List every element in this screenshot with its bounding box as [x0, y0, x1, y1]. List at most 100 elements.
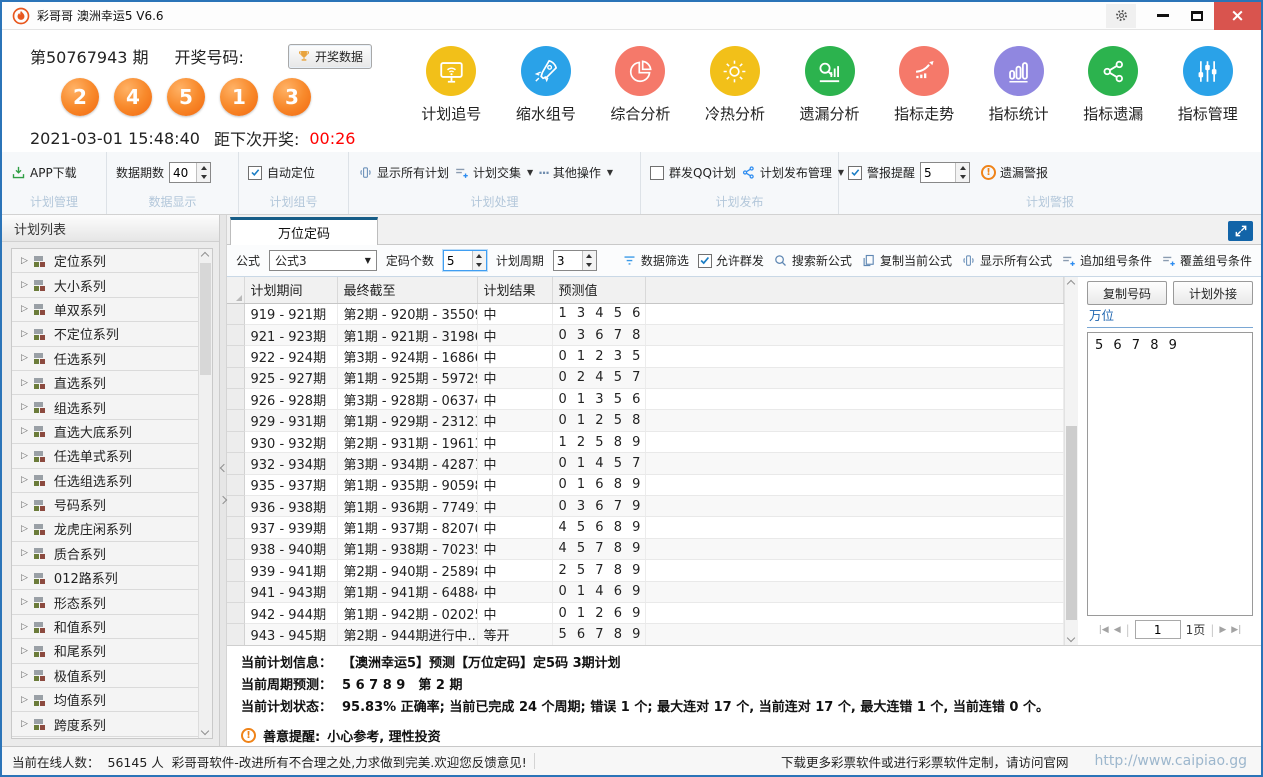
feature-button[interactable]: 指标走势	[877, 46, 972, 152]
first-page-icon[interactable]: |◀	[1099, 625, 1109, 635]
sidebar-item-跨度系列[interactable]: ▷跨度系列	[12, 712, 198, 736]
feature-button[interactable]: 指标遗漏	[1066, 46, 1161, 152]
expand-triangle-icon[interactable]: ▷	[21, 500, 28, 510]
sidebar-item-直选大底系列[interactable]: ▷直选大底系列	[12, 420, 198, 444]
table-row[interactable]: 925 - 927期第1期 - 925期 - 59729中0 2 4 5 7	[227, 367, 1064, 388]
expand-triangle-icon[interactable]: ▷	[21, 573, 28, 583]
table-row[interactable]: 941 - 943期第1期 - 941期 - 64884中0 1 4 6 9	[227, 581, 1064, 602]
app-download-button[interactable]: APP下载	[11, 164, 77, 181]
sidebar-item-形态系列[interactable]: ▷形态系列	[12, 590, 198, 614]
allow-group-send-checkbox[interactable]: 允许群发	[698, 252, 764, 269]
sidebar-item-极值系列[interactable]: ▷极值系列	[12, 664, 198, 688]
search-formula-button[interactable]: 搜索新公式	[773, 252, 852, 269]
stepper-up-icon[interactable]	[197, 163, 210, 173]
scrollbar-thumb[interactable]	[200, 263, 211, 375]
expand-triangle-icon[interactable]: ▷	[21, 329, 28, 339]
show-all-plans-button[interactable]: 显示所有计划	[358, 164, 449, 181]
table-row[interactable]: 943 - 945期第2期 - 944期进行中...等开5 6 7 8 9	[227, 624, 1064, 645]
feature-button[interactable]: 计划追号	[404, 46, 499, 152]
append-condition-button[interactable]: 追加组号条件	[1061, 252, 1152, 269]
maximize-button[interactable]	[1180, 4, 1214, 28]
expand-triangle-icon[interactable]: ▷	[21, 622, 28, 632]
sidebar-item-任选组选系列[interactable]: ▷任选组选系列	[12, 469, 198, 493]
sidebar-item-均值系列[interactable]: ▷均值系列	[12, 688, 198, 712]
sidebar-item-任选系列[interactable]: ▷任选系列	[12, 347, 198, 371]
feature-button[interactable]: 指标管理	[1161, 46, 1256, 152]
other-operations-button[interactable]: ··· 其他操作 ▼	[538, 164, 613, 181]
formula-dropdown[interactable]: 公式3 ▼	[269, 250, 377, 271]
publish-management-button[interactable]: 计划发布管理 ▼	[741, 164, 844, 181]
sidebar-item-组选系列[interactable]: ▷组选系列	[12, 395, 198, 419]
table-row[interactable]: 942 - 944期第1期 - 942期 - 02025中0 1 2 6 9	[227, 602, 1064, 623]
feature-button[interactable]: 综合分析	[593, 46, 688, 152]
expand-triangle-icon[interactable]: ▷	[21, 597, 28, 607]
expand-right-icon[interactable]	[219, 496, 227, 504]
sidebar-item-单双系列[interactable]: ▷单双系列	[12, 298, 198, 322]
plan-cycle-stepper[interactable]: 3	[553, 250, 597, 271]
stepper-down-icon[interactable]	[197, 173, 210, 183]
sidebar-item-直选系列[interactable]: ▷直选系列	[12, 371, 198, 395]
show-all-formulas-button[interactable]: 显示所有公式	[961, 252, 1052, 269]
predicted-numbers-box[interactable]: 5 6 7 8 9	[1087, 332, 1253, 616]
sidebar-item-号码系列[interactable]: ▷号码系列	[12, 493, 198, 517]
copy-formula-button[interactable]: 复制当前公式	[861, 252, 952, 269]
expand-triangle-icon[interactable]: ▷	[21, 695, 28, 705]
stepper-up-icon[interactable]	[583, 251, 596, 261]
minimize-button[interactable]	[1146, 4, 1180, 28]
expand-triangle-icon[interactable]: ▷	[21, 451, 28, 461]
expand-triangle-icon[interactable]: ▷	[21, 353, 28, 363]
table-row[interactable]: 926 - 928期第3期 - 928期 - 06374中0 1 3 5 6	[227, 389, 1064, 410]
next-page-icon[interactable]: ▶	[1219, 625, 1226, 635]
qq-send-checkbox[interactable]	[650, 166, 664, 180]
sidebar-splitter[interactable]	[220, 215, 227, 746]
data-periods-stepper[interactable]: 40	[169, 162, 211, 183]
prev-page-icon[interactable]: ◀	[1114, 625, 1121, 635]
sidebar-item-龙虎庄闲系列[interactable]: ▷龙虎庄闲系列	[12, 517, 198, 541]
expand-triangle-icon[interactable]: ▷	[21, 256, 28, 266]
tab-wanwei-dingma[interactable]: 万位定码	[230, 217, 378, 245]
stepper-down-icon[interactable]	[473, 261, 486, 271]
alert-remind-checkbox[interactable]	[848, 166, 862, 180]
plan-external-button[interactable]: 计划外接	[1173, 281, 1253, 305]
table-row[interactable]: 929 - 931期第1期 - 929期 - 23123中0 1 2 5 8	[227, 410, 1064, 431]
scrollbar-thumb[interactable]	[1066, 426, 1077, 620]
expand-triangle-icon[interactable]: ▷	[21, 426, 28, 436]
column-header[interactable]: 预测值	[552, 277, 645, 303]
expand-triangle-icon[interactable]: ▷	[21, 280, 28, 290]
override-condition-button[interactable]: 覆盖组号条件	[1161, 252, 1252, 269]
stepper-up-icon[interactable]	[473, 251, 486, 261]
close-button[interactable]: ×	[1214, 2, 1261, 30]
expand-triangle-icon[interactable]: ▷	[21, 719, 28, 729]
position-tab-wanwei[interactable]: 万位	[1087, 305, 1253, 328]
miss-alert-button[interactable]: ! 遗漏警报	[981, 164, 1048, 181]
table-row[interactable]: 939 - 941期第2期 - 940期 - 25898中2 5 7 8 9	[227, 560, 1064, 581]
scroll-up-icon[interactable]	[1067, 280, 1075, 288]
data-filter-button[interactable]: 数据筛选	[622, 252, 689, 269]
copy-numbers-button[interactable]: 复制号码	[1087, 281, 1167, 305]
alert-count-stepper[interactable]: 5	[920, 162, 970, 183]
expand-triangle-icon[interactable]: ▷	[21, 524, 28, 534]
expand-triangle-icon[interactable]: ▷	[21, 475, 28, 485]
column-header[interactable]: 计划结果	[477, 277, 552, 303]
expand-triangle-icon[interactable]: ▷	[21, 378, 28, 388]
last-page-icon[interactable]: ▶|	[1231, 625, 1241, 635]
feature-button[interactable]: 冷热分析	[688, 46, 783, 152]
table-row[interactable]: 919 - 921期第2期 - 920期 - 35509中1 3 4 5 6	[227, 303, 1064, 324]
stepper-up-icon[interactable]	[956, 163, 969, 173]
table-row[interactable]: 937 - 939期第1期 - 937期 - 82070中4 5 6 8 9	[227, 517, 1064, 538]
collapse-left-icon[interactable]	[220, 464, 228, 472]
sidebar-item-012路系列[interactable]: ▷012路系列	[12, 566, 198, 590]
table-row[interactable]: 922 - 924期第3期 - 924期 - 16866中0 1 2 3 5	[227, 346, 1064, 367]
sidebar-item-质合系列[interactable]: ▷质合系列	[12, 542, 198, 566]
page-number-input[interactable]	[1135, 620, 1181, 639]
expand-triangle-icon[interactable]: ▷	[21, 402, 28, 412]
expand-triangle-icon[interactable]: ▷	[21, 670, 28, 680]
scroll-down-icon[interactable]	[1067, 634, 1075, 642]
table-row[interactable]: 936 - 938期第1期 - 936期 - 77491中0 3 6 7 9	[227, 496, 1064, 517]
scroll-down-icon[interactable]	[201, 727, 209, 735]
table-row[interactable]: 930 - 932期第2期 - 931期 - 19613中1 2 5 8 9	[227, 431, 1064, 452]
expand-triangle-icon[interactable]: ▷	[21, 304, 28, 314]
table-scrollbar[interactable]	[1064, 277, 1078, 645]
column-header[interactable]: 最终截至	[337, 277, 477, 303]
sidebar-scrollbar[interactable]	[198, 249, 212, 738]
